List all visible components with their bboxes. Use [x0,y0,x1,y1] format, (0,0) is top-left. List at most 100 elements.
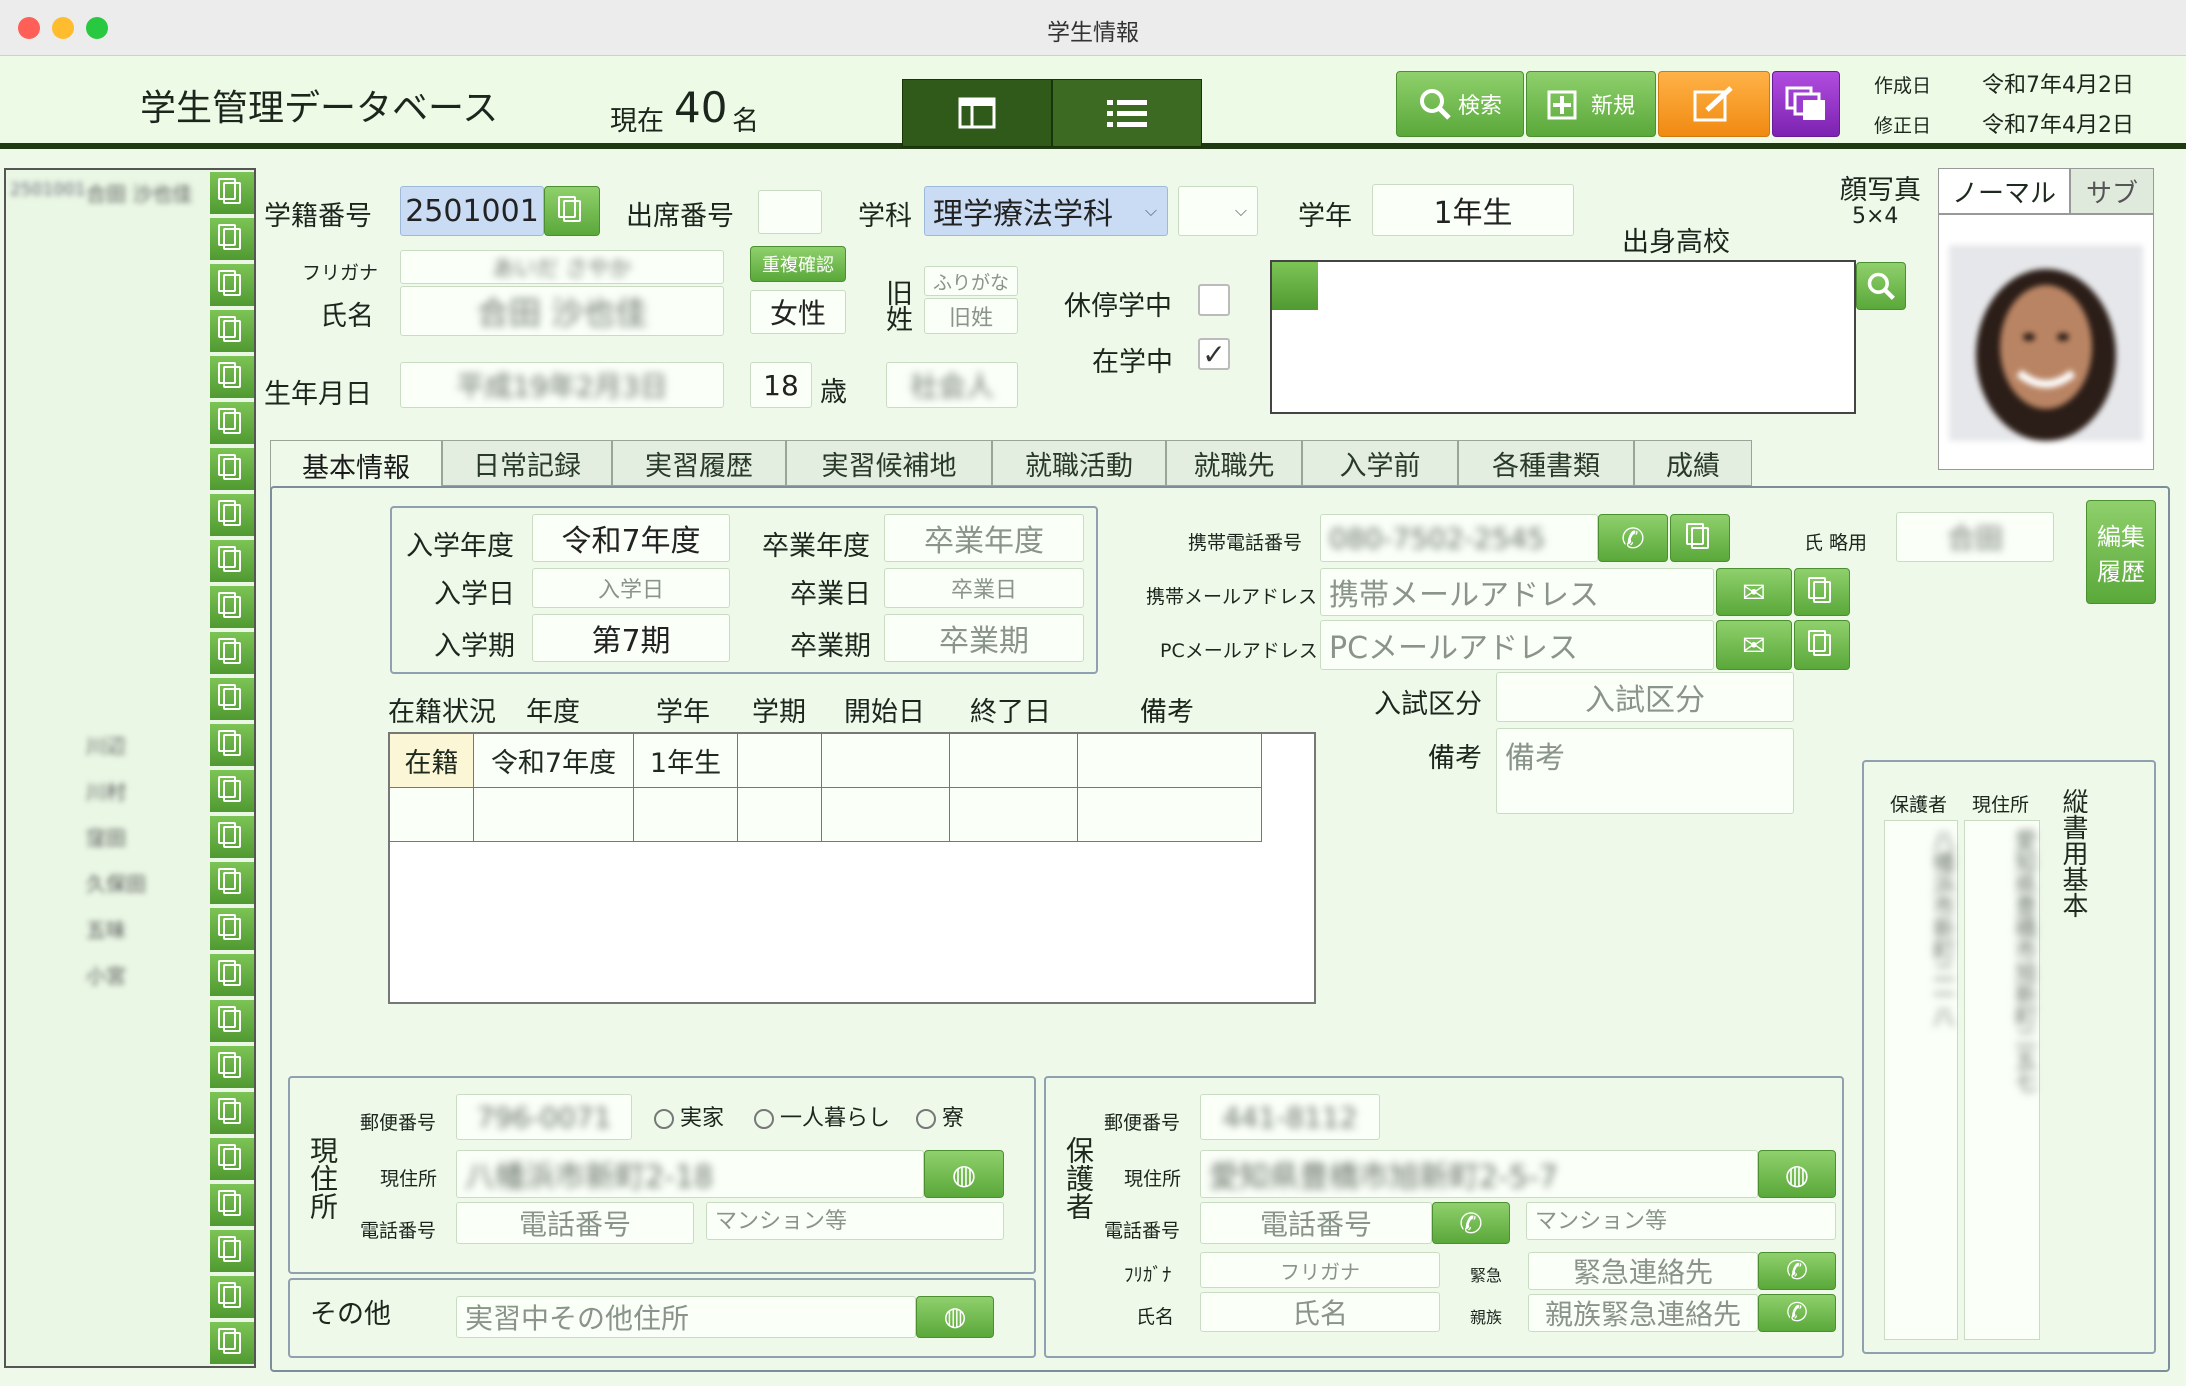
copy-record-button[interactable] [210,1230,254,1272]
copy-record-button[interactable] [210,1184,254,1226]
tab-3[interactable]: 実習候補地 [786,440,992,486]
tab-1[interactable]: 日常記録 [442,440,612,486]
copy-record-button[interactable] [210,540,254,582]
department-select[interactable]: 理学療法学科 ⌵ [924,186,1168,236]
copy-record-button[interactable] [210,264,254,306]
edit-button[interactable] [1658,71,1770,137]
exam-field[interactable]: 入試区分 [1496,672,1794,722]
status-cell[interactable] [390,788,474,842]
copy-record-button[interactable] [210,908,254,950]
copy-record-button[interactable] [210,1046,254,1088]
call-emergency-button[interactable]: ✆ [1758,1252,1836,1290]
grad-year-field[interactable]: 卒業年度 [884,514,1084,562]
list-item[interactable] [6,492,254,538]
status-cell[interactable] [950,734,1078,788]
photo-tab-normal[interactable]: ノーマル [1938,168,2070,214]
send-mobile-mail-button[interactable]: ✉ [1716,568,1792,616]
copy-pc-mail-button[interactable] [1794,620,1850,670]
current-address-map-button[interactable]: ◍ [924,1150,1004,1198]
living-option-dorm[interactable]: 寮 [916,1100,964,1132]
list-item[interactable]: 久保田 [6,860,254,906]
social-field[interactable]: 社会人 [886,362,1018,408]
form-view-button[interactable] [902,79,1052,147]
copy-record-button[interactable] [210,1092,254,1134]
high-school-search-button[interactable] [1856,262,1906,310]
list-item[interactable] [6,216,254,262]
gender-field[interactable]: 女性 [750,290,846,334]
tab-2[interactable]: 実習履歴 [612,440,786,486]
list-item[interactable]: 2501001 合田 沙也佳 [6,170,254,216]
copy-record-button[interactable] [210,1000,254,1042]
copy-record-button[interactable] [210,816,254,858]
list-item[interactable] [6,354,254,400]
list-item[interactable] [6,584,254,630]
copy-record-button[interactable] [210,678,254,720]
tab-5[interactable]: 就職先 [1166,440,1302,486]
old-furigana-field[interactable]: ふりがな [924,266,1018,296]
old-name-field[interactable]: 旧姓 [924,298,1018,334]
furigana-field[interactable]: あいだ さやか [400,250,724,284]
living-option-home[interactable]: 実家 [654,1100,724,1132]
other-address-map-button[interactable]: ◍ [916,1296,994,1338]
list-item[interactable] [6,538,254,584]
list-item[interactable] [6,446,254,492]
relative-field[interactable]: 親族緊急連絡先 [1528,1294,1758,1332]
new-record-button[interactable]: 新規 [1526,71,1656,137]
copy-record-button[interactable] [210,356,254,398]
list-item[interactable] [6,1320,254,1366]
grad-term-field[interactable]: 卒業期 [884,614,1084,662]
pc-mail-field[interactable]: PCメールアドレス [1320,620,1714,670]
current-address-field[interactable]: 八幡浜市新町2-18 [456,1150,924,1198]
list-item[interactable] [6,1090,254,1136]
current-zip-field[interactable]: 796-0071 [456,1094,632,1140]
status-cell[interactable] [1078,734,1262,788]
list-item[interactable]: 五味 [6,906,254,952]
copy-record-button[interactable] [210,954,254,996]
guardian-mansion-field[interactable]: マンション等 [1526,1202,1836,1240]
copy-record-button[interactable] [210,310,254,352]
photo-frame[interactable] [1938,214,2154,470]
list-item[interactable]: 窪田 [6,814,254,860]
living-option-alone[interactable]: 一人暮らし [754,1100,890,1132]
entry-term-field[interactable]: 第7期 [532,614,730,662]
copy-record-button[interactable] [210,402,254,444]
list-item[interactable] [6,1274,254,1320]
list-item[interactable] [6,1136,254,1182]
list-item[interactable] [6,676,254,722]
send-pc-mail-button[interactable]: ✉ [1716,620,1792,670]
copy-record-button[interactable] [210,1322,254,1364]
list-item[interactable]: 川辺 [6,722,254,768]
list-item[interactable] [6,400,254,446]
status-cell[interactable]: 在籍 [390,734,474,788]
notes-field[interactable]: 備考 [1496,728,1794,814]
copy-mobile-mail-button[interactable] [1794,568,1850,616]
list-item[interactable] [6,1182,254,1228]
copy-record-button[interactable] [210,172,254,214]
status-cell[interactable] [474,788,634,842]
copy-record-button[interactable] [210,494,254,536]
status-cell[interactable] [634,788,738,842]
copy-mobile-button[interactable] [1670,514,1730,562]
tab-8[interactable]: 成績 [1634,440,1752,486]
status-cell[interactable] [1078,788,1262,842]
guardian-tel-field[interactable]: 電話番号 [1200,1202,1432,1244]
name-field[interactable]: 合田 沙也佳 [400,286,724,336]
status-cell[interactable] [822,734,950,788]
copy-record-button[interactable] [210,1276,254,1318]
photo-tab-sub[interactable]: サブ [2070,168,2154,214]
status-cell[interactable] [738,788,822,842]
grad-date-field[interactable]: 卒業日 [884,568,1084,608]
radio-dorm[interactable] [916,1109,936,1129]
list-item[interactable] [6,1044,254,1090]
copy-record-button[interactable] [210,1138,254,1180]
status-cell[interactable]: 1年生 [634,734,738,788]
list-item[interactable] [6,262,254,308]
call-mobile-button[interactable]: ✆ [1598,514,1668,562]
list-item[interactable]: 川村 [6,768,254,814]
tab-6[interactable]: 入学前 [1302,440,1458,486]
search-button[interactable]: 検索 [1396,71,1524,137]
copy-record-button[interactable] [210,770,254,812]
status-cell[interactable] [738,734,822,788]
guardian-zip-field[interactable]: 441-8112 [1200,1094,1380,1140]
list-item[interactable]: 小宮 [6,952,254,998]
